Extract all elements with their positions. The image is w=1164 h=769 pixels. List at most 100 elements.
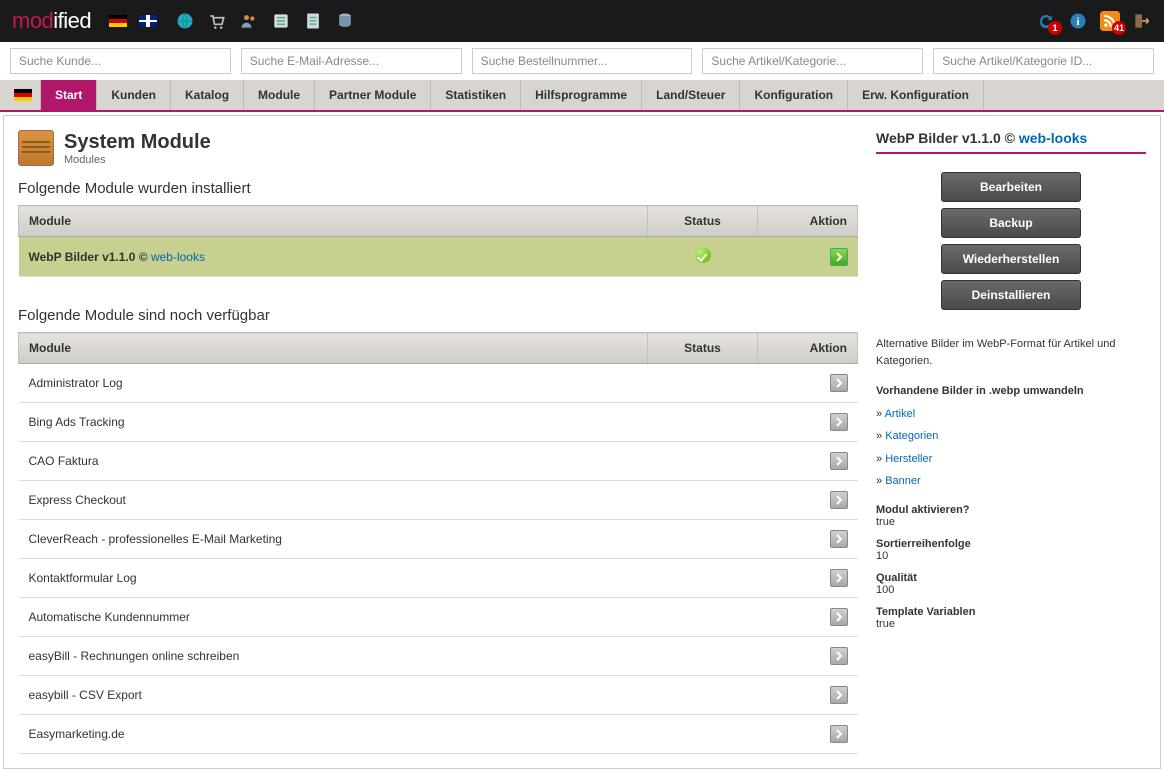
available-heading: Folgende Module sind noch verfügbar	[18, 307, 858, 324]
detail-title: WebP Bilder v1.1.0 © web-looks	[876, 130, 1146, 154]
nav-flag-de-icon[interactable]	[14, 89, 32, 101]
nav-start[interactable]: Start	[41, 80, 97, 110]
db-icon[interactable]	[335, 11, 355, 31]
available-table: Module Status Aktion Administrator LogBi…	[18, 332, 858, 754]
module-name: Easymarketing.de	[19, 715, 648, 754]
page-heading: System Module Modules	[18, 130, 858, 166]
table-row[interactable]: easybill - CSV Export	[19, 676, 858, 715]
search-email[interactable]	[241, 48, 462, 74]
nav-erw-konfiguration[interactable]: Erw. Konfiguration	[848, 80, 984, 110]
table-row[interactable]: CAO Faktura	[19, 442, 858, 481]
open-button[interactable]	[830, 608, 848, 626]
search-order[interactable]	[472, 48, 693, 74]
open-button[interactable]	[830, 647, 848, 665]
package-icon	[18, 130, 54, 166]
cart-icon[interactable]	[207, 11, 227, 31]
doc-icon[interactable]	[303, 11, 323, 31]
page-subtitle: Modules	[64, 154, 211, 166]
topbar: modified 1 i 41	[0, 0, 1164, 42]
table-row[interactable]: Bing Ads Tracking	[19, 403, 858, 442]
detail-panel: WebP Bilder v1.1.0 © web-looks Bearbeite…	[876, 130, 1146, 754]
table-row[interactable]: WebP Bilder v1.1.0 © web-looks	[19, 237, 858, 277]
nav-katalog[interactable]: Katalog	[171, 80, 244, 110]
flag-de-icon[interactable]	[109, 15, 127, 27]
module-name: CAO Faktura	[19, 442, 648, 481]
detail-desc: Alternative Bilder im WebP-Format für Ar…	[876, 336, 1146, 369]
flag-uk-icon[interactable]	[139, 15, 157, 27]
open-button[interactable]	[830, 413, 848, 431]
open-button[interactable]	[830, 452, 848, 470]
col-status: Status	[648, 206, 758, 237]
detail-title-link[interactable]: web-looks	[1019, 130, 1087, 146]
open-button[interactable]	[830, 374, 848, 392]
open-button[interactable]	[830, 686, 848, 704]
config-item: Qualität100	[876, 572, 1146, 596]
logo: modified	[12, 8, 91, 34]
list-icon[interactable]	[271, 11, 291, 31]
nav-land-steuer[interactable]: Land/Steuer	[642, 80, 740, 110]
nav-statistiken[interactable]: Statistiken	[431, 80, 521, 110]
module-name: Bing Ads Tracking	[19, 403, 648, 442]
module-name: Express Checkout	[19, 481, 648, 520]
uninstall-button[interactable]: Deinstallieren	[941, 280, 1081, 310]
installed-table: Module Status Aktion WebP Bilder v1.1.0 …	[18, 205, 858, 277]
convert-link-hersteller[interactable]: Hersteller	[876, 453, 932, 465]
open-button[interactable]	[830, 530, 848, 548]
globe-icon[interactable]	[175, 11, 195, 31]
open-button[interactable]	[830, 725, 848, 743]
module-name: Automatische Kundennummer	[19, 598, 648, 637]
convert-link-kategorien[interactable]: Kategorien	[876, 430, 938, 442]
col-status: Status	[648, 333, 758, 364]
table-row[interactable]: Automatische Kundennummer	[19, 598, 858, 637]
nav-partner-module[interactable]: Partner Module	[315, 80, 431, 110]
backup-button[interactable]: Backup	[941, 208, 1081, 238]
info-icon[interactable]: i	[1068, 11, 1088, 31]
status-ok-icon	[695, 247, 711, 263]
config-item: Modul aktivieren?true	[876, 504, 1146, 528]
search-article-id[interactable]	[933, 48, 1154, 74]
col-module: Module	[19, 333, 648, 364]
module-name: easyBill - Rechnungen online schreiben	[19, 637, 648, 676]
search-row	[0, 42, 1164, 80]
edit-button[interactable]: Bearbeiten	[941, 172, 1081, 202]
refresh-icon[interactable]: 1	[1036, 11, 1056, 31]
table-row[interactable]: Kontaktformular Log	[19, 559, 858, 598]
module-name: Administrator Log	[19, 364, 648, 403]
module-name: CleverReach - professionelles E-Mail Mar…	[19, 520, 648, 559]
main-nav: StartKundenKatalogModulePartner ModuleSt…	[0, 80, 1164, 112]
nav-module[interactable]: Module	[244, 80, 315, 110]
nav-kunden[interactable]: Kunden	[97, 80, 171, 110]
installed-heading: Folgende Module wurden installiert	[18, 180, 858, 197]
refresh-badge: 1	[1048, 21, 1062, 35]
nav-hilfsprogramme[interactable]: Hilfsprogramme	[521, 80, 642, 110]
convert-link-banner[interactable]: Banner	[876, 475, 921, 487]
module-link[interactable]: web-looks	[151, 250, 205, 264]
search-customer[interactable]	[10, 48, 231, 74]
table-row[interactable]: CleverReach - professionelles E-Mail Mar…	[19, 520, 858, 559]
table-row[interactable]: Easymarketing.de	[19, 715, 858, 754]
logout-icon[interactable]	[1132, 11, 1152, 31]
page-title: System Module	[64, 131, 211, 154]
table-row[interactable]: Express Checkout	[19, 481, 858, 520]
module-name: Kontaktformular Log	[19, 559, 648, 598]
module-name: WebP Bilder v1.1.0 © web-looks	[19, 237, 648, 277]
module-status	[648, 237, 758, 277]
open-button[interactable]	[830, 248, 848, 266]
col-action: Aktion	[758, 333, 858, 364]
convert-link-artikel[interactable]: Artikel	[876, 408, 915, 420]
table-row[interactable]: Administrator Log	[19, 364, 858, 403]
restore-button[interactable]: Wiederherstellen	[941, 244, 1081, 274]
open-button[interactable]	[830, 569, 848, 587]
nav-konfiguration[interactable]: Konfiguration	[740, 80, 848, 110]
search-article[interactable]	[702, 48, 923, 74]
table-row[interactable]: easyBill - Rechnungen online schreiben	[19, 637, 858, 676]
config-item: Sortierreihenfolge10	[876, 538, 1146, 562]
rss-icon[interactable]: 41	[1100, 11, 1120, 31]
convert-heading: Vorhandene Bilder in .webp umwandeln	[876, 383, 1146, 400]
col-module: Module	[19, 206, 648, 237]
users-icon[interactable]	[239, 11, 259, 31]
col-action: Aktion	[758, 206, 858, 237]
open-button[interactable]	[830, 491, 848, 509]
module-name: easybill - CSV Export	[19, 676, 648, 715]
config-item: Template Variablentrue	[876, 606, 1146, 630]
